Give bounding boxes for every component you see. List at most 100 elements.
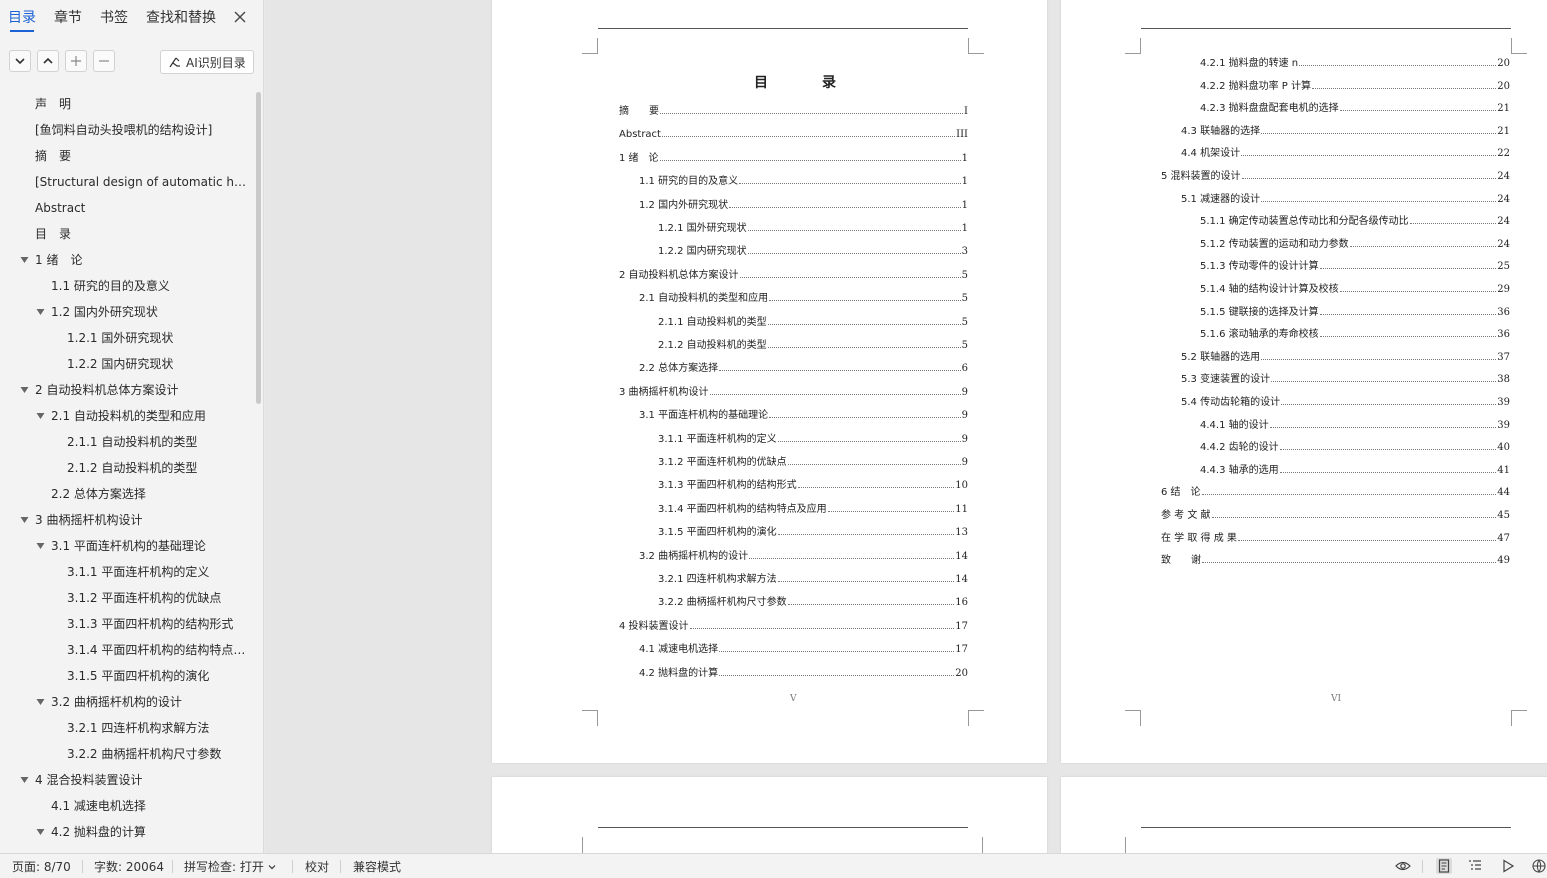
toc-item[interactable]: [Structural design of automatic head fee… xyxy=(0,169,256,195)
outline-view-icon[interactable] xyxy=(1467,858,1483,874)
toc-entry[interactable]: 在 学 取 得 成 果 47 xyxy=(1161,530,1510,544)
expand-triangle-icon[interactable] xyxy=(20,386,29,394)
toc-item[interactable]: 2 自动投料机总体方案设计 xyxy=(0,377,256,403)
ai-recognize-toc-button[interactable]: AI识别目录 xyxy=(160,50,254,74)
toc-item[interactable]: [鱼饲料自动头投喂机的结构设计] xyxy=(0,117,256,143)
toc-item[interactable]: 4.1 减速电机选择 xyxy=(0,793,256,819)
toc-entry[interactable]: 3.1.3 平面四杆机构的结构形式 10 xyxy=(658,477,968,491)
expand-triangle-icon[interactable] xyxy=(36,542,45,550)
web-view-icon[interactable] xyxy=(1531,858,1547,874)
toc-entry[interactable]: 6 结 论 44 xyxy=(1161,484,1510,498)
toc-item[interactable]: 3.1.4 平面四杆机构的结构特点及应用 xyxy=(0,637,256,663)
toc-item[interactable]: 3 曲柄摇杆机构设计 xyxy=(0,507,256,533)
toc-scrollbar[interactable] xyxy=(256,92,261,404)
toc-entry[interactable]: 2 自动投料机总体方案设计 5 xyxy=(619,267,968,281)
toc-entry[interactable]: 5.1 减速器的设计 24 xyxy=(1181,191,1510,205)
expand-triangle-icon[interactable] xyxy=(36,412,45,420)
document-page-next-1[interactable] xyxy=(492,777,1047,853)
expand-triangle-icon[interactable] xyxy=(36,828,45,836)
toc-entry[interactable]: 2.1.1 自动投料机的类型 5 xyxy=(658,314,968,328)
toc-entry[interactable]: 5.1.4 轴的结构设计计算及校核 29 xyxy=(1200,281,1510,295)
toc-item[interactable]: 声 明 xyxy=(0,91,256,117)
document-page-toc-1[interactable]: 目 录摘 要 I Abstract III 1 绪 论 1 1.1 研究的目的及意义 1 1.2… xyxy=(492,0,1047,763)
expand-triangle-icon[interactable] xyxy=(20,256,29,264)
toc-item[interactable]: 目 录 xyxy=(0,221,256,247)
toc-item[interactable]: 3.1.5 平面四杆机构的演化 xyxy=(0,663,256,689)
toc-item[interactable]: 2.1 自动投料机的类型和应用 xyxy=(0,403,256,429)
toc-item[interactable]: 4 混合投料装置设计 xyxy=(0,767,256,793)
toc-entry[interactable]: 4.4.1 轴的设计 39 xyxy=(1200,417,1510,431)
toc-entry[interactable]: 5.1.1 确定传动装置总传动比和分配各级传动比 24 xyxy=(1200,213,1510,227)
remove-heading-button[interactable] xyxy=(93,50,115,72)
add-heading-button[interactable] xyxy=(65,50,87,72)
toc-entry[interactable]: 4.2.3 抛料盘盘配套电机的选择 21 xyxy=(1200,100,1510,114)
toc-entry[interactable]: 3.2.1 四连杆机构求解方法 14 xyxy=(658,571,968,585)
toc-item[interactable]: 1.2 国内外研究现状 xyxy=(0,299,256,325)
toc-item[interactable]: 3.1 平面连杆机构的基础理论 xyxy=(0,533,256,559)
toc-item[interactable]: 4.2 抛料盘的计算 xyxy=(0,819,256,845)
page-view-icon[interactable] xyxy=(1436,858,1452,874)
toc-item[interactable]: 1.2.1 国外研究现状 xyxy=(0,325,256,351)
toc-entry[interactable]: Abstract III xyxy=(619,126,968,140)
toc-entry[interactable]: 摘 要I xyxy=(619,103,968,117)
toc-entry[interactable]: 1.2.2 国内研究现状 3 xyxy=(658,243,968,257)
toc-item[interactable]: 3.1.3 平面四杆机构的结构形式 xyxy=(0,611,256,637)
toc-item[interactable]: 2.1.1 自动投料机的类型 xyxy=(0,429,256,455)
toc-entry[interactable]: 3.1.4 平面四杆机构的结构特点及应用 11 xyxy=(658,501,968,515)
play-icon[interactable] xyxy=(1500,858,1516,874)
toc-entry[interactable]: 4.2.2 抛料盘功率 P 计算 20 xyxy=(1200,78,1510,92)
toc-item[interactable]: 3.2 曲柄摇杆机构的设计 xyxy=(0,689,256,715)
toc-item[interactable]: 3.2.1 四连杆机构求解方法 xyxy=(0,715,256,741)
toc-entry[interactable]: 5.4 传动齿轮箱的设计 39 xyxy=(1181,394,1510,408)
toc-entry[interactable]: 4.2.1 抛料盘的转速 n 20 xyxy=(1200,55,1510,69)
toc-entry[interactable]: 4.4.3 轴承的选用 41 xyxy=(1200,462,1510,476)
toc-entry[interactable]: 5.1.6 滚动轴承的寿命校核 36 xyxy=(1200,326,1510,340)
toc-entry[interactable]: 4 投料装置设计 17 xyxy=(619,618,968,632)
toc-entry[interactable]: 5.1.5 键联接的选择及计算 36 xyxy=(1200,304,1510,318)
toc-entry[interactable]: 3.2.2 曲柄摇杆机构尺寸参数 16 xyxy=(658,594,968,608)
toc-entry[interactable]: 5.1.3 传动零件的设计计算 25 xyxy=(1200,258,1510,272)
page-indicator[interactable]: 页面: 8/70 xyxy=(12,858,71,875)
word-count[interactable]: 字数: 20064 xyxy=(94,858,164,875)
toc-entry[interactable]: 5 混料装置的设计 24 xyxy=(1161,168,1510,182)
toc-item[interactable]: 3.1.1 平面连杆机构的定义 xyxy=(0,559,256,585)
toc-entry[interactable]: 4.4 机架设计 22 xyxy=(1181,145,1510,159)
toc-entry[interactable]: 3.2 曲柄摇杆机构的设计 14 xyxy=(639,548,968,562)
spell-check-toggle[interactable]: 拼写检查: 打开 xyxy=(184,858,276,875)
toc-entry[interactable]: 1 绪 论 1 xyxy=(619,150,968,164)
toc-entry[interactable]: 1.2.1 国外研究现状 1 xyxy=(658,220,968,234)
toc-entry[interactable]: 4.2 抛料盘的计算 20 xyxy=(639,665,968,679)
toc-item[interactable]: 2.2 总体方案选择 xyxy=(0,481,256,507)
proofread-button[interactable]: 校对 xyxy=(305,858,329,875)
eye-icon[interactable] xyxy=(1395,858,1411,874)
toc-entry[interactable]: 3.1.5 平面四杆机构的演化 13 xyxy=(658,524,968,538)
toc-item[interactable]: 1.1 研究的目的及意义 xyxy=(0,273,256,299)
toc-entry[interactable]: 3.1.2 平面连杆机构的优缺点 9 xyxy=(658,454,968,468)
expand-triangle-icon[interactable] xyxy=(20,776,29,784)
tab-chapters[interactable]: 章节 xyxy=(54,0,82,36)
toc-entry[interactable]: 参 考 文 献 45 xyxy=(1161,507,1510,521)
toc-item[interactable]: 1.2.2 国内研究现状 xyxy=(0,351,256,377)
toc-entry[interactable]: 5.1.2 传动装置的运动和动力参数 24 xyxy=(1200,236,1510,250)
toc-entry[interactable]: 2.1 自动投料机的类型和应用 5 xyxy=(639,290,968,304)
expand-triangle-icon[interactable] xyxy=(20,516,29,524)
toc-entry[interactable]: 4.4.2 齿轮的设计 40 xyxy=(1200,439,1510,453)
toc-item[interactable]: 2.1.2 自动投料机的类型 xyxy=(0,455,256,481)
expand-triangle-icon[interactable] xyxy=(36,698,45,706)
toc-entry[interactable]: 3 曲柄摇杆机构设计 9 xyxy=(619,384,968,398)
toc-entry[interactable]: 致 谢 49 xyxy=(1161,552,1510,566)
toc-item[interactable]: 3.1.2 平面连杆机构的优缺点 xyxy=(0,585,256,611)
toc-item[interactable]: Abstract xyxy=(0,195,256,221)
toc-item[interactable]: 3.2.2 曲柄摇杆机构尺寸参数 xyxy=(0,741,256,767)
toc-entry[interactable]: 3.1 平面连杆机构的基础理论 9 xyxy=(639,407,968,421)
toc-entry[interactable]: 2.2 总体方案选择 6 xyxy=(639,360,968,374)
collapse-all-button[interactable] xyxy=(37,50,59,72)
document-page-next-2[interactable] xyxy=(1061,777,1547,853)
document-page-toc-2[interactable]: 4.2.1 抛料盘的转速 n 20 4.2.2 抛料盘功率 P 计算 20 4.2.3 … xyxy=(1061,0,1547,763)
toc-entry[interactable]: 4.3 联轴器的选择 21 xyxy=(1181,123,1510,137)
expand-all-button[interactable] xyxy=(9,50,31,72)
toc-item[interactable]: 摘 要 xyxy=(0,143,256,169)
toc-entry[interactable]: 5.3 变速装置的设计 38 xyxy=(1181,371,1510,385)
close-icon[interactable] xyxy=(232,9,248,25)
toc-entry[interactable]: 5.2 联轴器的选用 37 xyxy=(1181,349,1510,363)
